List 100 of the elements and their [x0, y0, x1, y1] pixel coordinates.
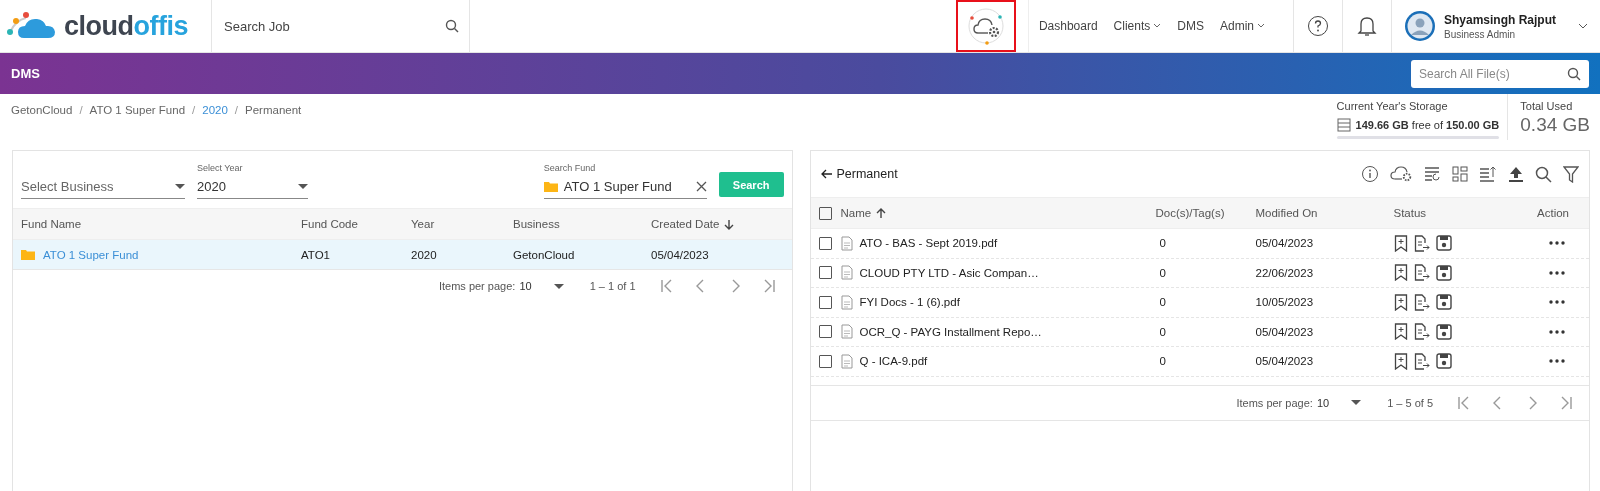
- bookmark-plus-icon[interactable]: [1393, 293, 1408, 311]
- column-header[interactable]: Fund Code: [301, 218, 411, 230]
- close-icon[interactable]: [695, 180, 707, 192]
- filter-icon[interactable]: [1563, 165, 1579, 183]
- document-export-icon[interactable]: [1413, 264, 1430, 282]
- bell-icon[interactable]: [1357, 15, 1377, 37]
- row-checkbox[interactable]: [818, 354, 832, 368]
- breadcrumb-separator: /: [79, 104, 83, 118]
- document-export-icon[interactable]: [1413, 352, 1430, 370]
- page-size-select[interactable]: 10: [519, 280, 564, 292]
- grid-view-icon[interactable]: [1452, 166, 1468, 182]
- document-icon: [840, 235, 853, 251]
- row-checkbox[interactable]: [818, 236, 832, 250]
- fund-row[interactable]: ATO 1 Super Fund ATO1 2020 GetonCloud 05/04/2023: [13, 240, 792, 270]
- breadcrumb-link[interactable]: Permanent: [245, 104, 302, 150]
- search-icon[interactable]: [445, 19, 459, 33]
- search-icon[interactable]: [1567, 66, 1581, 81]
- more-icon[interactable]: [1549, 241, 1565, 246]
- column-header[interactable]: Year: [411, 218, 513, 230]
- cloud-settings-button[interactable]: [955, 0, 1016, 52]
- document-export-icon[interactable]: [1413, 234, 1430, 252]
- row-checkbox[interactable]: [818, 325, 832, 339]
- user-role: Business Admin: [1444, 28, 1517, 40]
- nav-link[interactable]: DMS: [1177, 19, 1204, 33]
- bookmark-plus-icon[interactable]: [1393, 323, 1408, 341]
- table-cell-text: 05/04/2023: [1255, 237, 1315, 250]
- row-checkbox[interactable]: [818, 295, 832, 309]
- bookmark-plus-icon[interactable]: [1393, 352, 1408, 370]
- column-header[interactable]: Name: [840, 207, 1156, 219]
- storage-label: Current Year's Storage: [1336, 100, 1449, 112]
- list-refresh-icon[interactable]: [1423, 165, 1441, 183]
- breadcrumb-separator: /: [234, 104, 239, 118]
- help-icon[interactable]: [1307, 15, 1329, 37]
- year-select[interactable]: Select Year 2020: [197, 163, 308, 199]
- search-files-field[interactable]: Search All File(s): [1411, 59, 1589, 88]
- file-name[interactable]: ATO - BAS - Sept 2019.pdf: [840, 235, 1156, 251]
- file-name[interactable]: CLOUD PTY LTD - Asic Compan…: [840, 265, 1156, 281]
- column-header[interactable]: Status: [1393, 207, 1494, 219]
- row-checkbox[interactable]: [818, 266, 832, 280]
- breadcrumb-link[interactable]: ATO 1 Super Fund: [89, 104, 186, 150]
- caret-icon: [1257, 23, 1265, 29]
- document-icon: [840, 265, 853, 281]
- document-export-icon[interactable]: [1413, 293, 1430, 311]
- more-icon[interactable]: [1549, 359, 1565, 364]
- more-icon[interactable]: [1549, 329, 1565, 334]
- search-icon[interactable]: [1535, 165, 1552, 183]
- save-icon[interactable]: [1435, 353, 1452, 370]
- bookmark-plus-icon[interactable]: [1393, 264, 1408, 282]
- cloud-gear-icon[interactable]: [1390, 166, 1412, 182]
- user-name: Shyamsingh Rajput: [1444, 12, 1556, 27]
- table-cell-text: 2020: [411, 248, 438, 261]
- breadcrumb-separator: /: [192, 104, 196, 118]
- save-icon[interactable]: [1435, 264, 1452, 281]
- logo-text: cloudoffis: [64, 10, 188, 42]
- document-icon: [840, 294, 853, 310]
- dropdown-icon: [175, 183, 185, 189]
- table-cell-text: 0: [1158, 237, 1167, 250]
- first-page-icon[interactable]: [659, 279, 674, 293]
- table-cell-text: 0: [1158, 355, 1167, 368]
- breadcrumb-link[interactable]: 2020: [202, 104, 228, 150]
- table-cell-text: ATO1: [301, 248, 331, 261]
- more-icon[interactable]: [1549, 300, 1565, 305]
- last-page-icon[interactable]: [1559, 395, 1573, 410]
- nav-link[interactable]: Clients: [1113, 19, 1162, 33]
- document-icon: [840, 353, 853, 369]
- file-name[interactable]: Q - ICA-9.pdf: [840, 353, 1156, 369]
- column-header[interactable]: Modified On: [1255, 207, 1394, 219]
- nav-link[interactable]: Admin: [1219, 19, 1265, 33]
- column-header[interactable]: Fund Name: [21, 218, 301, 230]
- file-name[interactable]: FYI Docs - 1 (6).pdf: [840, 294, 1156, 310]
- select-all-checkbox[interactable]: [818, 206, 832, 220]
- bookmark-plus-icon[interactable]: [1393, 234, 1408, 252]
- column-header[interactable]: Business: [513, 218, 651, 230]
- info-icon[interactable]: [1361, 165, 1379, 183]
- save-icon[interactable]: [1435, 323, 1452, 340]
- table-cell-text: 05/04/2023: [651, 248, 710, 261]
- page-title: DMS: [11, 66, 40, 81]
- nav-link[interactable]: Dashboard: [1038, 19, 1098, 33]
- first-page-icon[interactable]: [1457, 395, 1471, 410]
- page-size-select[interactable]: 10: [1316, 396, 1362, 409]
- save-icon[interactable]: [1435, 294, 1452, 311]
- column-header[interactable]: Action: [1493, 207, 1579, 219]
- sort-list-icon[interactable]: [1479, 165, 1497, 183]
- back-link[interactable]: Permanent: [820, 167, 898, 181]
- chevron-down-icon[interactable]: [1578, 23, 1588, 29]
- column-header[interactable]: Doc(s)/Tag(s): [1155, 207, 1256, 219]
- save-icon[interactable]: [1435, 235, 1452, 252]
- total-used-value: 0.34 GB: [1520, 114, 1590, 136]
- upload-icon[interactable]: [1508, 165, 1524, 183]
- dropdown-icon: [298, 183, 308, 189]
- avatar-icon[interactable]: [1404, 10, 1436, 42]
- search-fund-field[interactable]: Search Fund ATO 1 Super Fund: [543, 163, 707, 199]
- breadcrumb-link[interactable]: GetonCloud: [11, 104, 73, 150]
- more-icon[interactable]: [1549, 270, 1565, 275]
- logo[interactable]: cloudoffis: [0, 0, 212, 52]
- cloud-gear-icon: [965, 6, 1006, 46]
- file-name[interactable]: OCR_Q - PAYG Installment Repo…: [840, 324, 1156, 340]
- column-header[interactable]: Created Date: [651, 218, 792, 230]
- business-select[interactable]: Select Business: [21, 174, 185, 199]
- document-export-icon[interactable]: [1413, 323, 1430, 341]
